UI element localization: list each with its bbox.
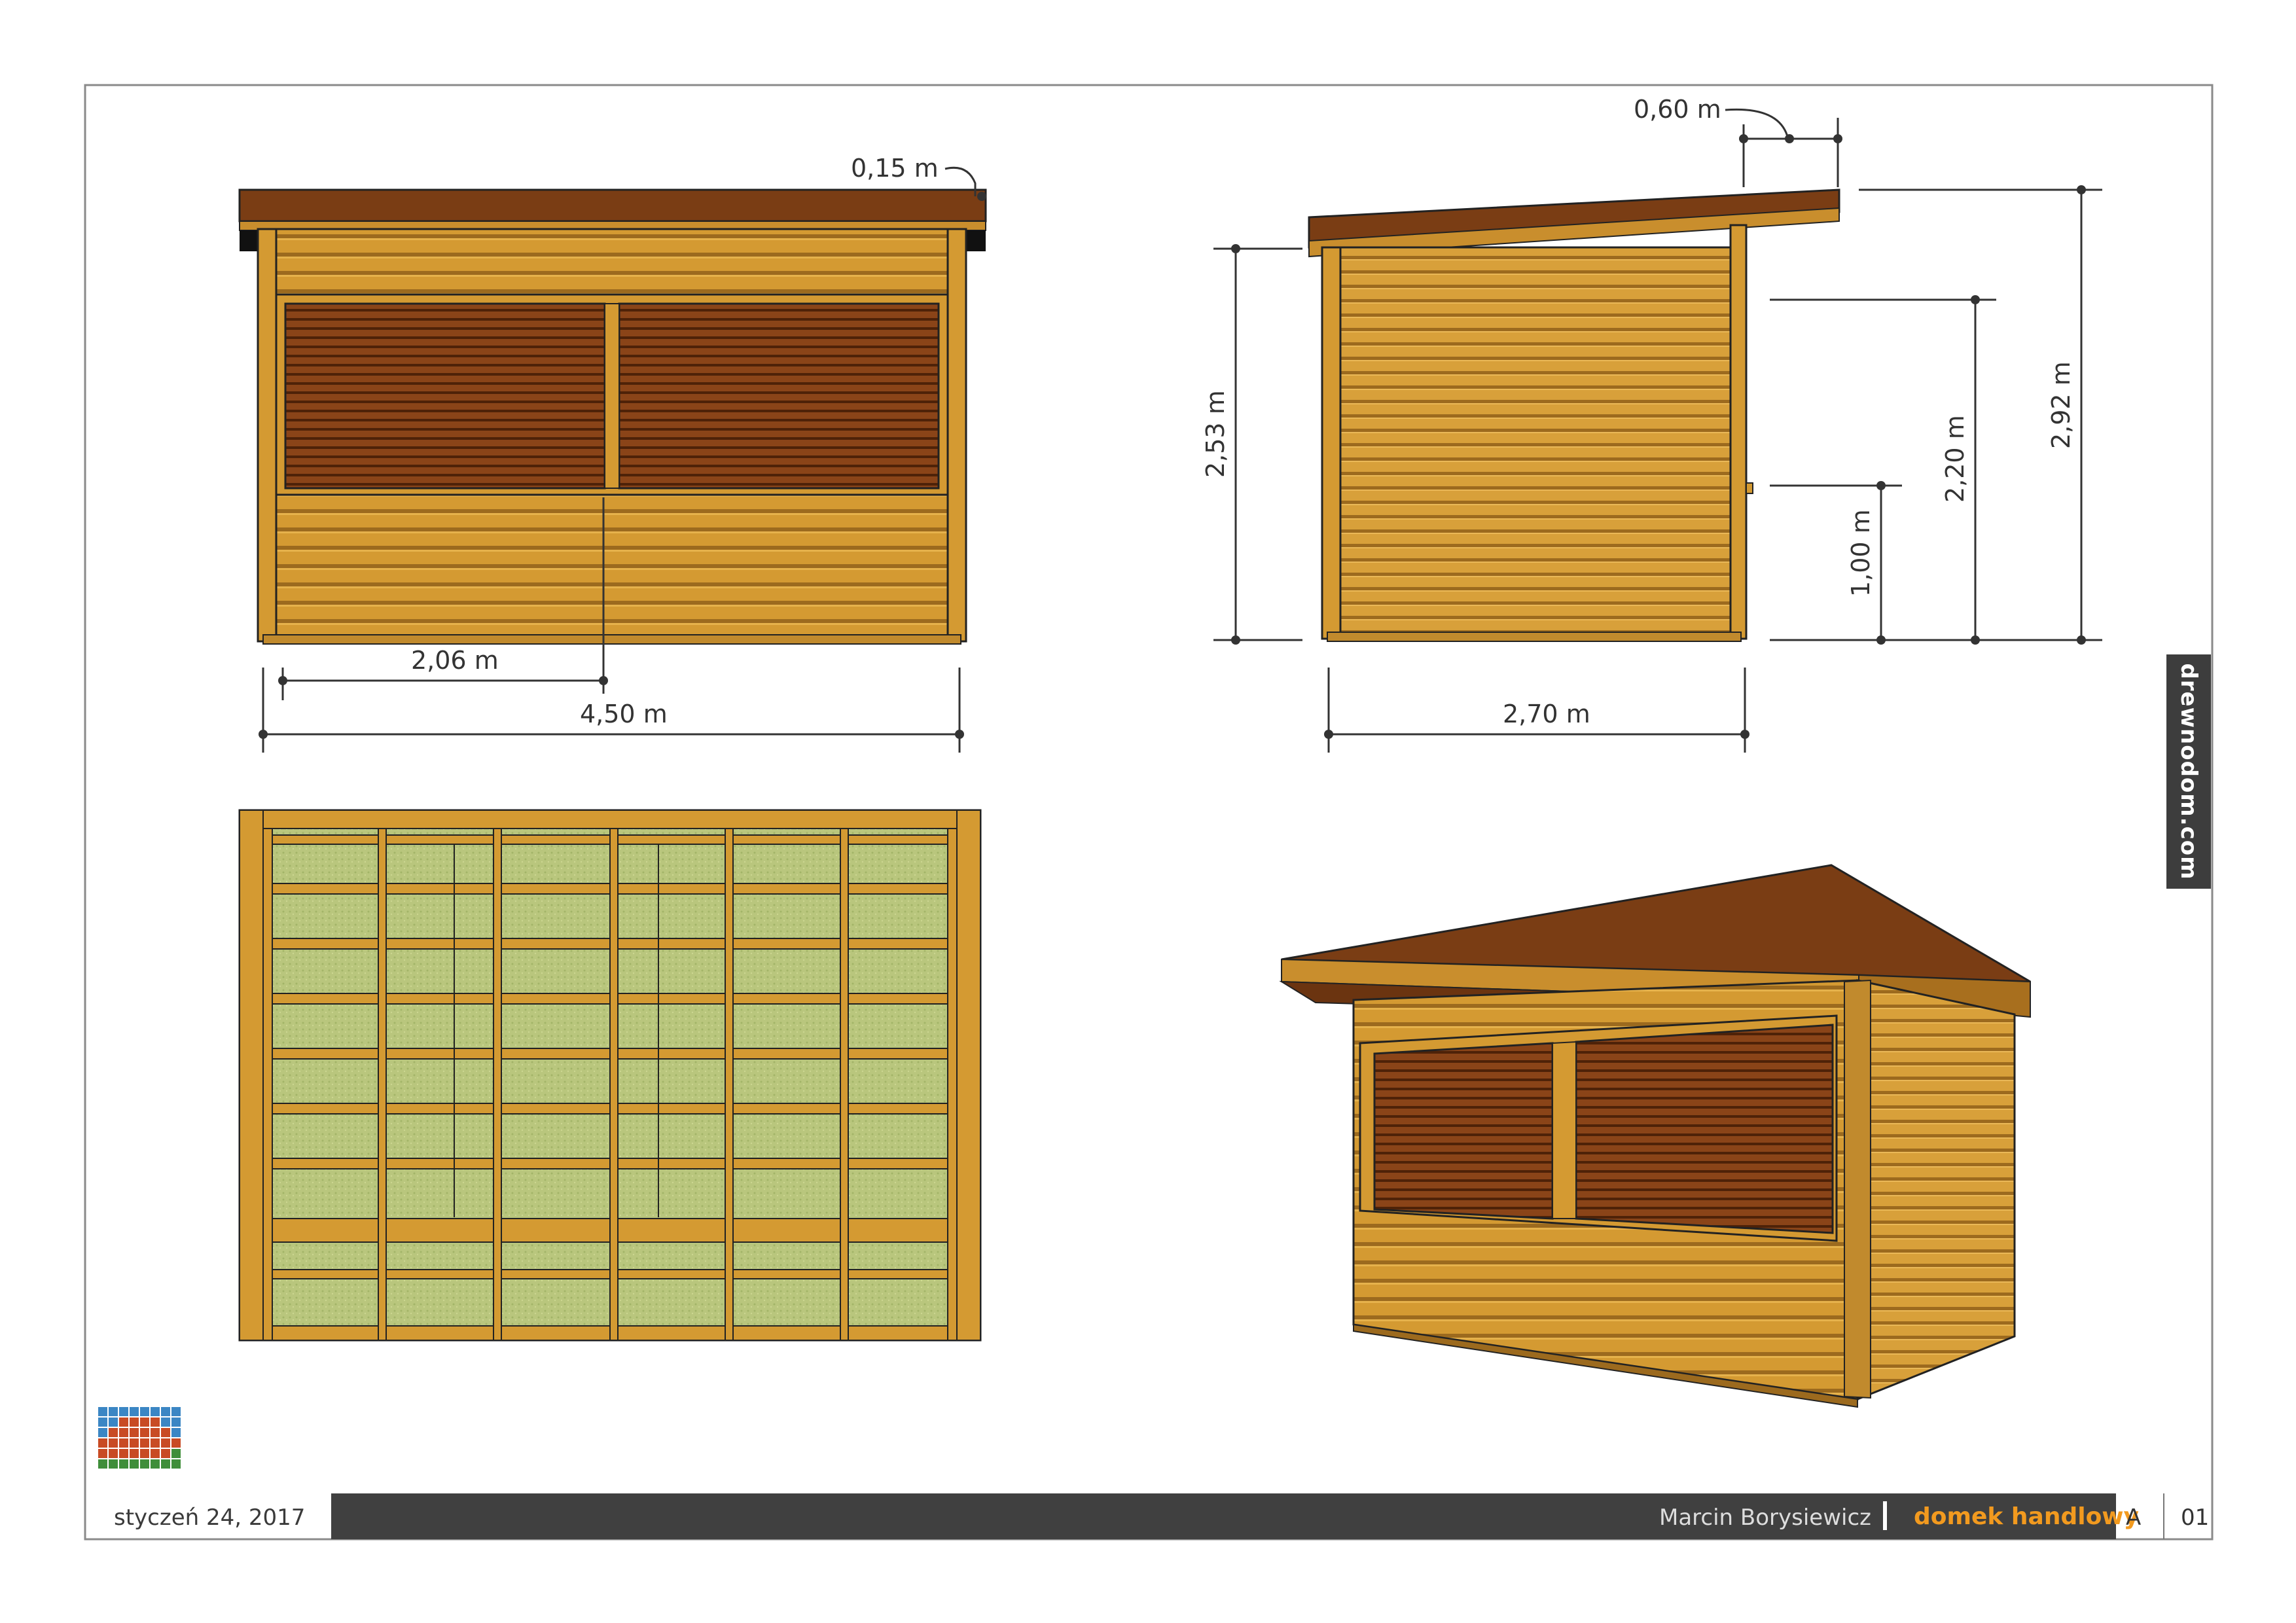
front-roof: [238, 188, 987, 223]
dim-dot: [1876, 481, 1886, 490]
drawing-sheet: 0,15 m 2,06 m 4,50 m 0,60 m 2,53 m 1,00 …: [84, 84, 2214, 1541]
dim-dot: [955, 730, 964, 739]
dim-side-wall-height: 2,53 m: [1201, 390, 1230, 478]
dim-side-overhang-leader: [1725, 108, 1789, 139]
footer-project-title: domek handlowy: [1914, 1503, 2140, 1530]
front-elevation: 0,15 m 2,06 m 4,50 m: [238, 154, 987, 753]
dim-front-overhang: 0,15 m: [851, 154, 939, 183]
persp-window-mullion: [1552, 1041, 1577, 1219]
side-elevation: 0,60 m 2,53 m 1,00 m 2,20 m 2,92 m 2,70 …: [1201, 95, 2102, 753]
dim-side-total-height: 2,92 m: [2047, 361, 2075, 449]
dim-dot: [2077, 185, 2086, 194]
company-logo: [98, 1407, 181, 1469]
perspective-view: [1279, 864, 2031, 1408]
dim-dot: [977, 192, 986, 201]
dim-dot: [1785, 134, 1794, 143]
front-shutter-right: [618, 302, 940, 490]
front-base: [262, 634, 961, 645]
side-window-edge: [1746, 482, 1753, 494]
side-wall: [1321, 246, 1748, 640]
side-post-left: [1321, 246, 1342, 640]
front-corner-post-left: [257, 228, 278, 643]
footer-revision: A: [2126, 1505, 2142, 1531]
side-base: [1327, 632, 1742, 642]
side-post-right: [1729, 224, 1748, 640]
dim-dot: [1739, 134, 1748, 143]
dim-dot: [1324, 730, 1333, 739]
dim-side-window-bottom: 1,00 m: [1846, 509, 1875, 597]
dim-dot: [1833, 134, 1842, 143]
dim-dot: [259, 730, 268, 739]
dim-side-depth: 2,70 m: [1503, 700, 1590, 728]
dim-front-window-half: 2,06 m: [411, 646, 499, 675]
persp-corner-post: [1844, 979, 1871, 1399]
persp-shutter-right: [1575, 1024, 1834, 1234]
footer-author: Marcin Borysiewicz: [1659, 1505, 1871, 1531]
dim-dot: [1971, 295, 1980, 304]
brand-site-label: drewnodom.com: [2176, 663, 2202, 880]
dim-dot: [599, 676, 608, 685]
front-shutter-left: [284, 302, 606, 490]
persp-shutter-left: [1373, 1042, 1554, 1220]
front-window-mullion: [604, 303, 620, 489]
dim-side-overhang: 0,60 m: [1634, 95, 1721, 124]
front-corner-post-right: [946, 228, 967, 643]
persp-side-wall: [1856, 979, 2016, 1401]
brand-side-tab: drewnodom.com: [2166, 654, 2211, 889]
footer-sheet-number: 01: [2181, 1505, 2210, 1531]
dim-dot: [1231, 635, 1240, 645]
rear-frame-view: [238, 809, 982, 1342]
dim-dot: [1740, 730, 1749, 739]
footer-title-bar: Marcin Borysiewicz domek handlowy: [331, 1493, 2139, 1539]
footer-separator: [1883, 1501, 1887, 1530]
dim-front-total-width: 4,50 m: [580, 700, 668, 728]
footer-divider: [2163, 1493, 2164, 1539]
footer-date: styczeń 24, 2017: [114, 1505, 306, 1531]
dim-side-window-top: 2,20 m: [1941, 415, 1969, 503]
dim-dot: [278, 676, 287, 685]
dim-dot: [1231, 244, 1240, 253]
